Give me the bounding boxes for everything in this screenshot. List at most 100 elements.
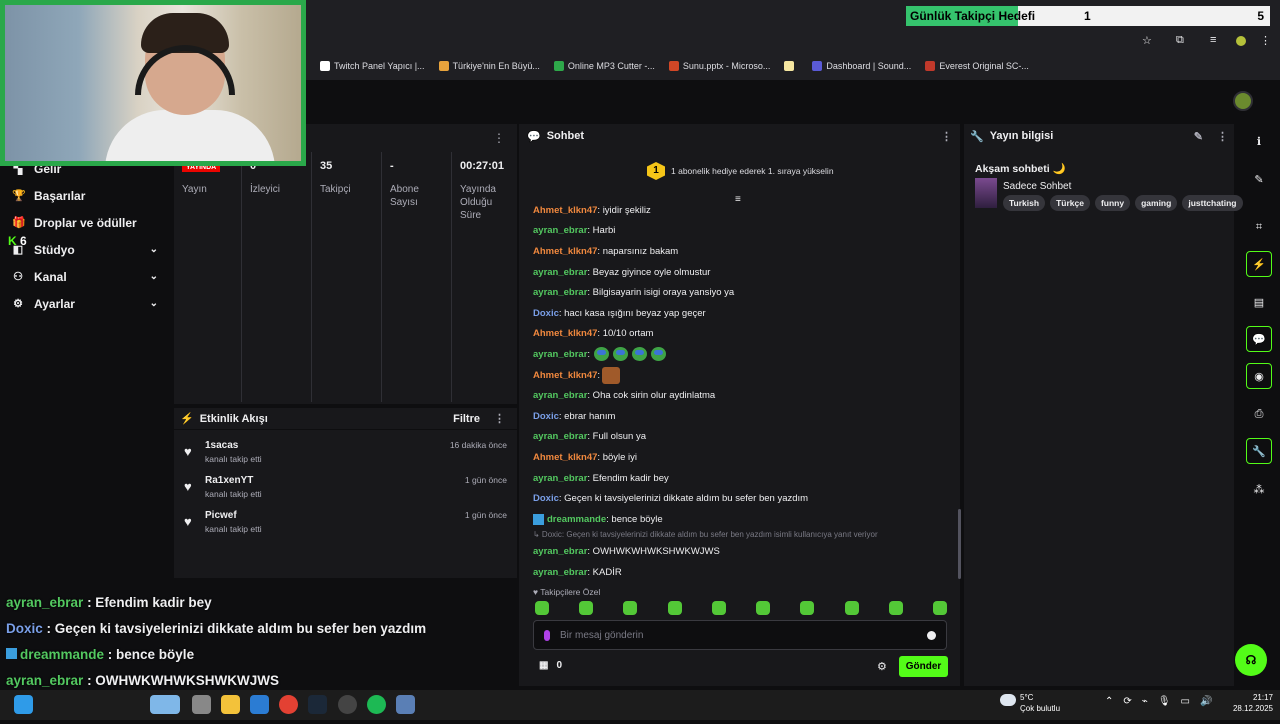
emote-icon[interactable] bbox=[623, 601, 638, 615]
more-options-icon[interactable]: ⋮ bbox=[494, 412, 505, 425]
feed-event[interactable]: ♥ Ra1xenYT kanalı takip etti 1 gün önce bbox=[174, 471, 517, 506]
chat-message[interactable]: ayran_ebrar: Harbi bbox=[533, 221, 953, 242]
network-icon[interactable]: ⌁ bbox=[1142, 696, 1148, 707]
playlist-icon[interactable]: ≡ bbox=[1210, 34, 1216, 46]
chat-message[interactable]: Ahmet_klkn47: naparsınız bakam bbox=[533, 241, 953, 262]
profile-icon[interactable] bbox=[1236, 36, 1246, 46]
stream-tag[interactable]: funny bbox=[1094, 195, 1131, 211]
chat-message[interactable]: Doxic: Geçen ki tavsiyelerinizi dikkate … bbox=[533, 488, 953, 509]
chat-message[interactable]: Ahmet_klkn47: iyidir şekiliz bbox=[533, 200, 953, 221]
chat-message[interactable]: ayran_ebrar: Bilgisayarin isigi oraya ya… bbox=[533, 282, 953, 303]
info-icon[interactable]: ℹ bbox=[1246, 128, 1272, 154]
sync-icon[interactable]: ⟳ bbox=[1123, 696, 1131, 707]
sidebar-item-ayarlar[interactable]: ⚙ Ayarlar ⌄ bbox=[0, 290, 172, 317]
chat-message[interactable]: ayran_ebrar: Beyaz giyince oyle olmustur bbox=[533, 262, 953, 283]
chat-message[interactable]: Doxic: hacı kasa ışığını beyaz yap geçer bbox=[533, 303, 953, 324]
stream-tag[interactable]: Türkçe bbox=[1050, 195, 1090, 211]
chevron-up-icon[interactable]: ⌃ bbox=[1105, 696, 1113, 707]
send-button[interactable]: Gönder bbox=[899, 656, 948, 677]
feed-event[interactable]: ♥ 1sacas kanalı takip etti 16 dakika önce bbox=[174, 436, 517, 471]
bookmark-item[interactable]: Türkiye'nin En Büyü... bbox=[438, 61, 540, 71]
chat-message[interactable]: Ahmet_klkn47: 10/10 ortam bbox=[533, 324, 953, 345]
chat-username[interactable]: ayran_ebrar bbox=[533, 473, 587, 484]
chat-username[interactable]: ayran_ebrar bbox=[533, 390, 587, 401]
chat-message[interactable]: ayran_ebrar: KADİR bbox=[533, 562, 953, 583]
more-options-icon[interactable]: ⋮ bbox=[941, 130, 952, 143]
emote-icon[interactable] bbox=[932, 601, 947, 615]
lightning-icon[interactable]: ⚡ bbox=[1246, 251, 1272, 277]
chat-icon[interactable]: 💬 bbox=[1246, 326, 1272, 352]
browser-menu-icon[interactable]: ⋮ bbox=[1260, 34, 1271, 47]
clock[interactable]: 21:17 28.12.2025 bbox=[1225, 692, 1273, 714]
folder-icon[interactable] bbox=[221, 695, 240, 714]
emote-icon[interactable] bbox=[579, 601, 594, 615]
edit-icon[interactable]: ✎ bbox=[1194, 130, 1203, 143]
filter-button[interactable]: Filtre bbox=[453, 413, 480, 425]
chat-input[interactable]: Bir mesaj gönderin bbox=[533, 620, 947, 650]
chat-message[interactable]: Ahmet_klkn47: bbox=[533, 365, 953, 386]
edge-icon[interactable] bbox=[250, 695, 269, 714]
screenshot-icon[interactable]: ⌗ bbox=[1246, 214, 1272, 240]
chat-username[interactable]: ayran_ebrar bbox=[533, 267, 587, 278]
chat-settings-icon[interactable]: ⚙ bbox=[877, 660, 887, 673]
chat-message[interactable]: ayran_ebrar: Full olsun ya bbox=[533, 427, 953, 448]
chat-message[interactable]: ayran_ebrar: bbox=[533, 344, 953, 365]
emote-icon[interactable] bbox=[535, 601, 549, 615]
bookmark-item[interactable]: Sunu.pptx - Microso... bbox=[668, 61, 770, 71]
spotify-icon[interactable] bbox=[367, 695, 386, 714]
more-options-icon[interactable]: ⋮ bbox=[1217, 130, 1228, 143]
wrench-icon[interactable]: 🔧 bbox=[1246, 438, 1272, 464]
settings-icon[interactable] bbox=[396, 695, 415, 714]
bookmark-item[interactable] bbox=[784, 61, 798, 71]
chat-username[interactable]: Ahmet_klkn47 bbox=[533, 246, 597, 257]
weather-widget[interactable]: 5°C Çok bulutlu bbox=[1000, 692, 1060, 714]
user-avatar[interactable] bbox=[1233, 91, 1253, 111]
widget-icon[interactable] bbox=[150, 695, 180, 714]
volume-icon[interactable]: 🔊 bbox=[1200, 696, 1212, 707]
apps-icon[interactable]: ⁂ bbox=[1246, 476, 1272, 502]
more-options-icon[interactable]: ⋮ bbox=[493, 131, 505, 145]
bookmark-item[interactable]: Online MP3 Cutter -... bbox=[553, 61, 655, 71]
chat-username[interactable]: ayran_ebrar bbox=[533, 225, 587, 236]
chat-username[interactable]: ayran_ebrar bbox=[533, 287, 587, 298]
emote-icon[interactable] bbox=[844, 601, 859, 615]
chat-message[interactable]: ayran_ebrar: OWHWKWHWKSHWKWJWS bbox=[533, 542, 953, 563]
chat-username[interactable]: Doxic bbox=[533, 308, 559, 319]
chat-message[interactable]: Ahmet_klkn47: böyle iyi bbox=[533, 447, 953, 468]
emote-icon[interactable] bbox=[800, 601, 815, 615]
sidebar-item-başarılar[interactable]: 🏆 Başarılar bbox=[0, 182, 172, 209]
chrome-icon[interactable] bbox=[279, 695, 298, 714]
chat-message[interactable]: Doxic: ebrar hanım bbox=[533, 406, 953, 427]
extensions-icon[interactable]: ⧉ bbox=[1176, 34, 1184, 47]
broadcast-icon[interactable]: ◉ bbox=[1246, 363, 1272, 389]
emote-icon[interactable] bbox=[756, 601, 771, 615]
chat-username[interactable]: ayran_ebrar bbox=[533, 349, 587, 360]
sidebar-item-kanal[interactable]: ⚇ Kanal ⌄ bbox=[0, 263, 172, 290]
sidebar-item-droplar-ve-ödüller[interactable]: 🎁 Droplar ve ödüller bbox=[0, 209, 172, 236]
print-icon[interactable]: ⎙ bbox=[1246, 401, 1272, 427]
steam-icon[interactable] bbox=[308, 695, 327, 714]
chevron-down-icon[interactable]: ⌄ bbox=[150, 298, 158, 309]
chat-message[interactable]: dreammande: bence böyle bbox=[533, 509, 953, 530]
chevron-down-icon[interactable]: ⌄ bbox=[150, 271, 158, 282]
chat-username[interactable]: Doxic bbox=[533, 493, 559, 504]
star-icon[interactable]: ☆ bbox=[1142, 34, 1152, 47]
chat-scrollbar[interactable] bbox=[958, 509, 961, 579]
help-headset-icon[interactable]: ☊ bbox=[1235, 644, 1267, 676]
chat-username[interactable]: ayran_ebrar bbox=[533, 431, 587, 442]
mic-icon[interactable] bbox=[544, 629, 550, 641]
display-icon[interactable]: ▭ bbox=[1181, 696, 1190, 707]
chat-username[interactable]: ayran_ebrar bbox=[533, 567, 587, 578]
chat-username[interactable]: Ahmet_klkn47 bbox=[533, 370, 597, 381]
feed-event[interactable]: ♥ Picwef kanalı takip etti 1 gün önce bbox=[174, 506, 517, 541]
emote-icon[interactable] bbox=[667, 601, 682, 615]
chat-username[interactable]: ayran_ebrar bbox=[533, 546, 587, 557]
pencil-icon[interactable]: ✎ bbox=[1246, 166, 1272, 192]
stream-tag[interactable]: gaming bbox=[1135, 195, 1178, 211]
channel-points[interactable]: ▦ 0 bbox=[539, 660, 562, 671]
chat-username[interactable]: dreammande bbox=[547, 514, 606, 525]
emote-icon[interactable] bbox=[888, 601, 903, 615]
chat-username[interactable]: Ahmet_klkn47 bbox=[533, 205, 597, 216]
gift-leaderboard-banner[interactable]: 1 1 abonelik hediye ederek 1. sıraya yük… bbox=[647, 162, 834, 180]
stream-tag[interactable]: justtchating bbox=[1182, 195, 1243, 211]
